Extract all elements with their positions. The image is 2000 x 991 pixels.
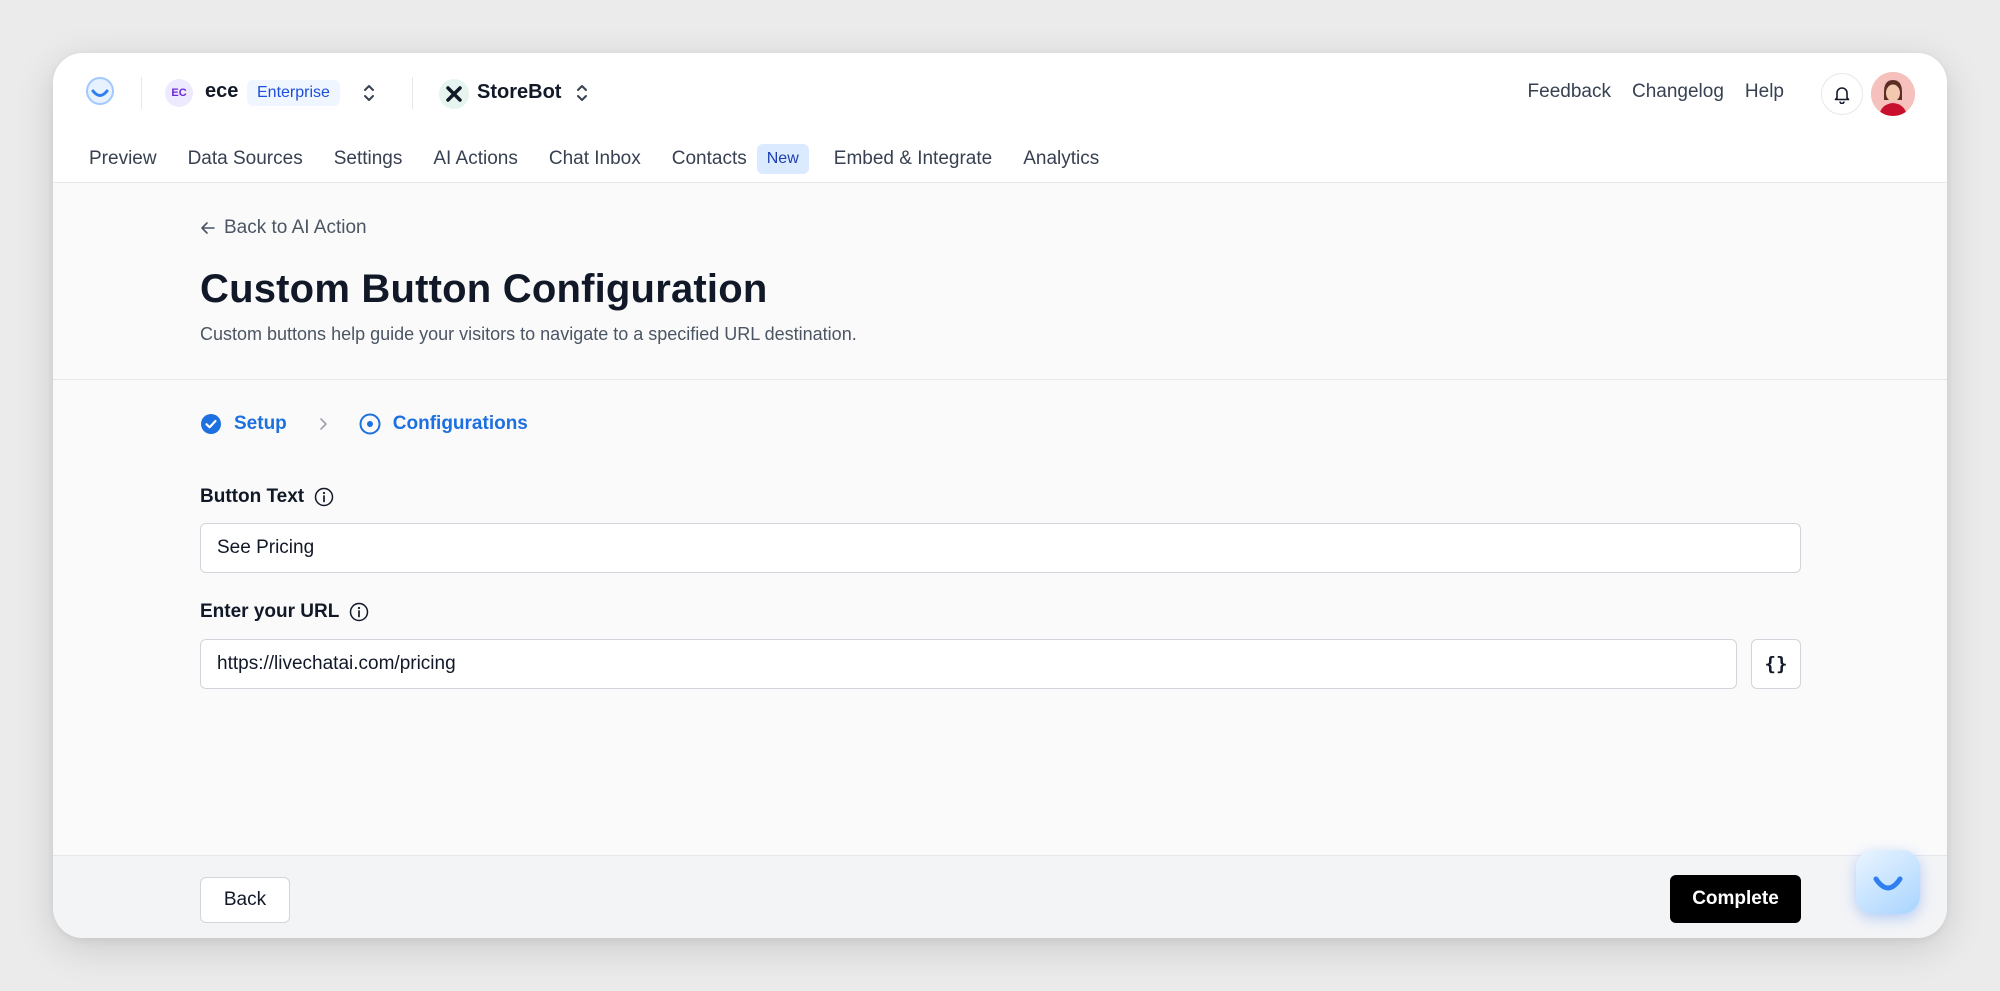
bell-icon xyxy=(1834,87,1850,104)
button-text-label-text: Button Text xyxy=(200,486,305,507)
org-avatar[interactable]: EC xyxy=(165,79,193,107)
nav-chat-inbox[interactable]: Chat Inbox xyxy=(549,148,641,170)
divider xyxy=(412,77,413,109)
check-circle-icon xyxy=(201,414,221,434)
user-avatar[interactable] xyxy=(1871,72,1915,116)
bot-avatar[interactable] xyxy=(439,79,469,109)
page-subtitle: Custom buttons help guide your visitors … xyxy=(200,324,857,344)
stepper: Setup Configurations xyxy=(200,413,528,435)
divider xyxy=(141,77,142,109)
top-bar: EC ece Enterprise StoreBot Feedback Chan… xyxy=(53,53,1947,183)
smile-chat-icon xyxy=(1873,876,1903,891)
arrow-left-icon xyxy=(201,222,215,234)
org-name[interactable]: ece xyxy=(205,80,238,103)
app-window: EC ece Enterprise StoreBot Feedback Chan… xyxy=(53,53,1947,938)
button-text-label: Button Text xyxy=(200,486,334,508)
main-nav: Preview Data Sources Settings AI Actions… xyxy=(89,144,1130,174)
chat-widget-button[interactable] xyxy=(1856,850,1920,914)
info-icon[interactable] xyxy=(349,602,369,622)
url-label-text: Enter your URL xyxy=(200,601,340,622)
nav-analytics[interactable]: Analytics xyxy=(1023,148,1099,170)
plan-badge: Enterprise xyxy=(247,80,340,106)
chevron-right-icon xyxy=(317,417,329,431)
page-title: Custom Button Configuration xyxy=(200,267,768,311)
button-text-input[interactable]: See Pricing xyxy=(200,523,1801,573)
complete-button[interactable]: Complete xyxy=(1670,875,1801,923)
nav-embed-integrate[interactable]: Embed & Integrate xyxy=(834,148,992,170)
chevron-up-down-icon[interactable] xyxy=(571,81,593,105)
step-configurations-label: Configurations xyxy=(392,413,528,434)
section-divider xyxy=(53,379,1947,380)
feedback-link[interactable]: Feedback xyxy=(1528,81,1611,103)
url-input[interactable]: https://livechatai.com/pricing xyxy=(200,639,1737,689)
nav-ai-actions[interactable]: AI Actions xyxy=(433,148,518,170)
current-step-icon xyxy=(359,413,381,435)
changelog-link[interactable]: Changelog xyxy=(1632,81,1724,103)
header-links: Feedback Changelog Help xyxy=(1528,81,1784,103)
back-button[interactable]: Back xyxy=(200,877,290,923)
step-setup-label: Setup xyxy=(234,413,287,434)
nav-data-sources[interactable]: Data Sources xyxy=(188,148,303,170)
user-photo-icon xyxy=(1871,72,1915,116)
nav-contacts[interactable]: Contacts New xyxy=(671,144,809,174)
back-to-ai-action-link[interactable]: Back to AI Action xyxy=(200,217,367,239)
chevron-up-down-icon[interactable] xyxy=(358,81,380,105)
url-label: Enter your URL xyxy=(200,601,369,623)
step-setup[interactable]: Setup xyxy=(200,413,287,435)
nav-settings[interactable]: Settings xyxy=(334,148,403,170)
app-logo-icon[interactable] xyxy=(85,76,115,106)
notifications-button[interactable] xyxy=(1821,73,1863,115)
new-badge: New xyxy=(756,144,809,174)
nav-preview[interactable]: Preview xyxy=(89,148,157,170)
bot-name[interactable]: StoreBot xyxy=(477,81,561,104)
info-icon[interactable] xyxy=(314,487,334,507)
close-x-icon xyxy=(446,86,462,102)
footer-bar: Back Complete xyxy=(53,855,1947,938)
insert-variable-button[interactable]: {} xyxy=(1751,639,1801,689)
help-link[interactable]: Help xyxy=(1745,81,1784,103)
back-link-label: Back to AI Action xyxy=(224,217,367,238)
step-configurations[interactable]: Configurations xyxy=(359,413,528,435)
nav-contacts-label: Contacts xyxy=(671,148,747,169)
